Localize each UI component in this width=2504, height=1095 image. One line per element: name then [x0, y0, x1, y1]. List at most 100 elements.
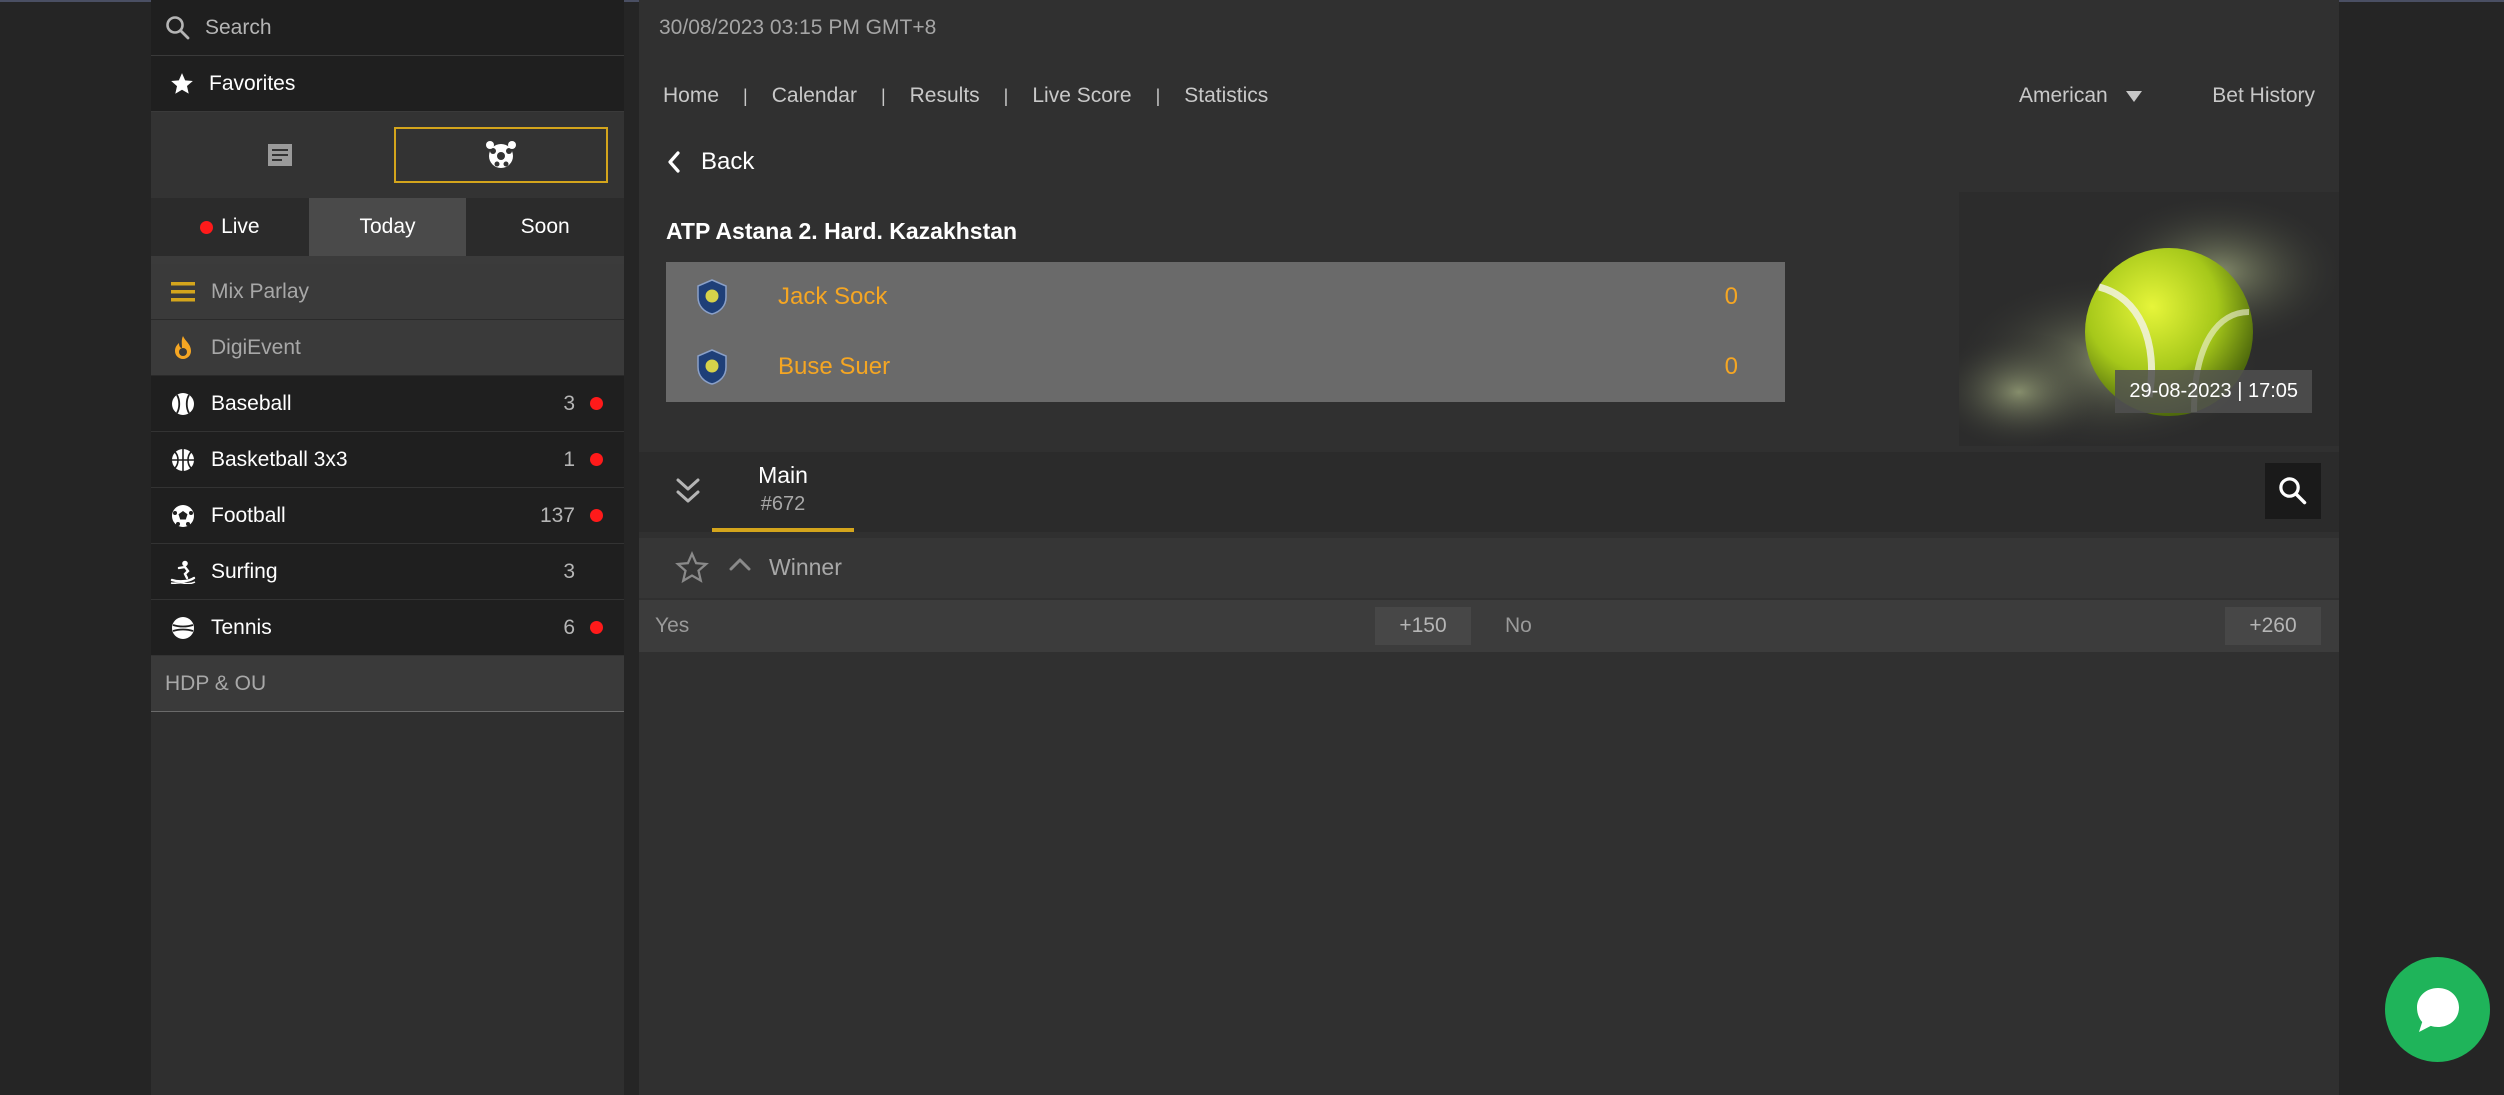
- sidebar-item-basketball-3x3[interactable]: Basketball 3x3 1: [151, 432, 624, 488]
- mode-switcher: [151, 112, 624, 198]
- nav-home[interactable]: Home: [663, 84, 719, 108]
- tab-today[interactable]: Today: [308, 198, 467, 256]
- surfing-icon: [169, 558, 197, 586]
- sidebar-item-digievent[interactable]: DigiEvent: [151, 320, 624, 376]
- back-button[interactable]: Back: [667, 148, 754, 176]
- odds-format-dropdown[interactable]: American: [2019, 84, 2142, 108]
- sidebar-item-label: Mix Parlay: [211, 279, 310, 303]
- top-nav: Home | Calendar | Results | Live Score |…: [663, 84, 1268, 108]
- sidebar-item-baseball[interactable]: Baseball 3: [151, 376, 624, 432]
- football-icon: [169, 502, 197, 530]
- team-name: Buse Suer: [778, 353, 891, 380]
- nav-live-score[interactable]: Live Score: [1032, 84, 1131, 108]
- event-count: 3: [563, 391, 575, 415]
- time-filter-tabs: Live Today Soon: [151, 198, 625, 256]
- search-input[interactable]: Search: [205, 16, 272, 40]
- event-count: 1: [563, 447, 575, 471]
- live-dot-icon: [200, 220, 214, 234]
- odds-format-value: American: [2019, 84, 2108, 107]
- favorites-item[interactable]: Favorites: [151, 56, 624, 112]
- main-content: 30/08/2023 03:15 PM GMT+8 Home | Calenda…: [639, 0, 2339, 1095]
- chevron-left-icon: [668, 151, 680, 173]
- star-icon: [171, 72, 193, 94]
- team-score: 0: [1724, 283, 1738, 310]
- match-start-time: 29-08-2023 | 17:05: [2115, 370, 2312, 413]
- tab-live[interactable]: Live: [151, 198, 309, 256]
- odds-row: Yes +150 No +260: [639, 600, 2339, 652]
- sport-label: Tennis: [211, 615, 272, 639]
- tab-main-label: Main: [758, 462, 808, 488]
- tabs-divider: [151, 256, 624, 264]
- flame-icon: [169, 334, 197, 362]
- search-icon: [2279, 477, 2307, 505]
- team-shield-icon: [697, 279, 727, 315]
- sidebar-item-hdp-ou[interactable]: HDP & OU: [151, 656, 624, 712]
- nav-separator: |: [880, 85, 886, 106]
- receipt-icon: [268, 144, 292, 166]
- league-title: ATP Astana 2. Hard. Kazakhstan: [666, 218, 1018, 244]
- nav-statistics[interactable]: Statistics: [1184, 84, 1268, 108]
- live-indicator-icon: [590, 397, 603, 410]
- market-tabs-bar: Main #672: [639, 452, 2339, 532]
- nav-separator: |: [743, 85, 748, 106]
- sport-label: Basketball 3x3: [211, 447, 348, 471]
- market-name: Winner: [769, 554, 842, 580]
- double-chevron-down-icon[interactable]: [675, 476, 701, 506]
- nav-separator: |: [1003, 85, 1009, 106]
- search-icon: [166, 15, 190, 39]
- tab-main-count: #672: [760, 493, 806, 515]
- live-indicator-icon: [590, 453, 603, 466]
- sports-balls-icon: [486, 141, 516, 168]
- nav-results[interactable]: Results: [910, 84, 980, 108]
- clock: 30/08/2023 03:15 PM GMT+8: [659, 16, 937, 39]
- sidebar-item-football[interactable]: Football 137: [151, 488, 624, 544]
- odds-button-no[interactable]: +260: [2225, 607, 2321, 645]
- sidebar-item-mix-parlay[interactable]: Mix Parlay: [151, 264, 624, 320]
- sport-label: Football: [211, 503, 286, 527]
- live-chat-button[interactable]: [2385, 957, 2490, 1062]
- betslip-mode-button[interactable]: [173, 127, 387, 183]
- nav-calendar[interactable]: Calendar: [772, 84, 857, 108]
- team-shield-icon: [697, 349, 727, 385]
- market-search-button[interactable]: [2265, 463, 2321, 519]
- sidebar: Search Favorites Live Today Soon Mix Par…: [151, 0, 625, 1095]
- sports-mode-button[interactable]: [394, 127, 608, 183]
- odds-button-yes[interactable]: +150: [1375, 607, 1471, 645]
- sidebar-item-surfing[interactable]: Surfing 3: [151, 544, 624, 600]
- favorite-star-icon[interactable]: [675, 551, 709, 585]
- market-header-winner[interactable]: Winner: [639, 538, 2339, 598]
- hdp-label: HDP & OU: [165, 671, 267, 695]
- scoreboard: Jack Sock 0 Buse Suer 0: [666, 262, 1785, 402]
- selection-label: No: [1505, 614, 1532, 637]
- sport-label: Surfing: [211, 559, 278, 583]
- tennis-banner-image: 29-08-2023 | 17:05: [1959, 192, 2339, 446]
- tennis-icon: [169, 614, 197, 642]
- chat-bubble-icon: [2416, 987, 2459, 1032]
- selection-label: Yes: [655, 614, 690, 637]
- bet-history-link[interactable]: Bet History: [2212, 84, 2315, 108]
- tab-live-label: Live: [221, 215, 260, 238]
- event-count: 6: [563, 615, 575, 639]
- back-label: Back: [701, 148, 755, 175]
- sport-label: Baseball: [211, 391, 292, 415]
- caret-down-icon: [2125, 90, 2142, 102]
- basketball-icon: [169, 446, 197, 474]
- event-count: 137: [539, 503, 575, 527]
- tab-main[interactable]: Main #672: [712, 452, 854, 532]
- team-row: Buse Suer 0: [666, 332, 1785, 402]
- tab-soon[interactable]: Soon: [466, 198, 625, 256]
- list-icon: [169, 278, 197, 306]
- event-count: 3: [563, 559, 575, 583]
- team-score: 0: [1724, 353, 1738, 380]
- tab-soon-label: Soon: [520, 215, 570, 238]
- tab-today-label: Today: [359, 215, 416, 238]
- baseball-icon: [169, 390, 197, 418]
- live-indicator-icon: [590, 621, 603, 634]
- live-indicator-icon: [590, 509, 603, 522]
- sidebar-item-label: DigiEvent: [211, 335, 301, 359]
- chevron-up-icon[interactable]: [729, 556, 751, 572]
- sidebar-item-tennis[interactable]: Tennis 6: [151, 600, 624, 656]
- nav-separator: |: [1155, 85, 1161, 106]
- sidebar-search[interactable]: Search: [151, 0, 624, 56]
- favorites-label: Favorites: [209, 71, 296, 95]
